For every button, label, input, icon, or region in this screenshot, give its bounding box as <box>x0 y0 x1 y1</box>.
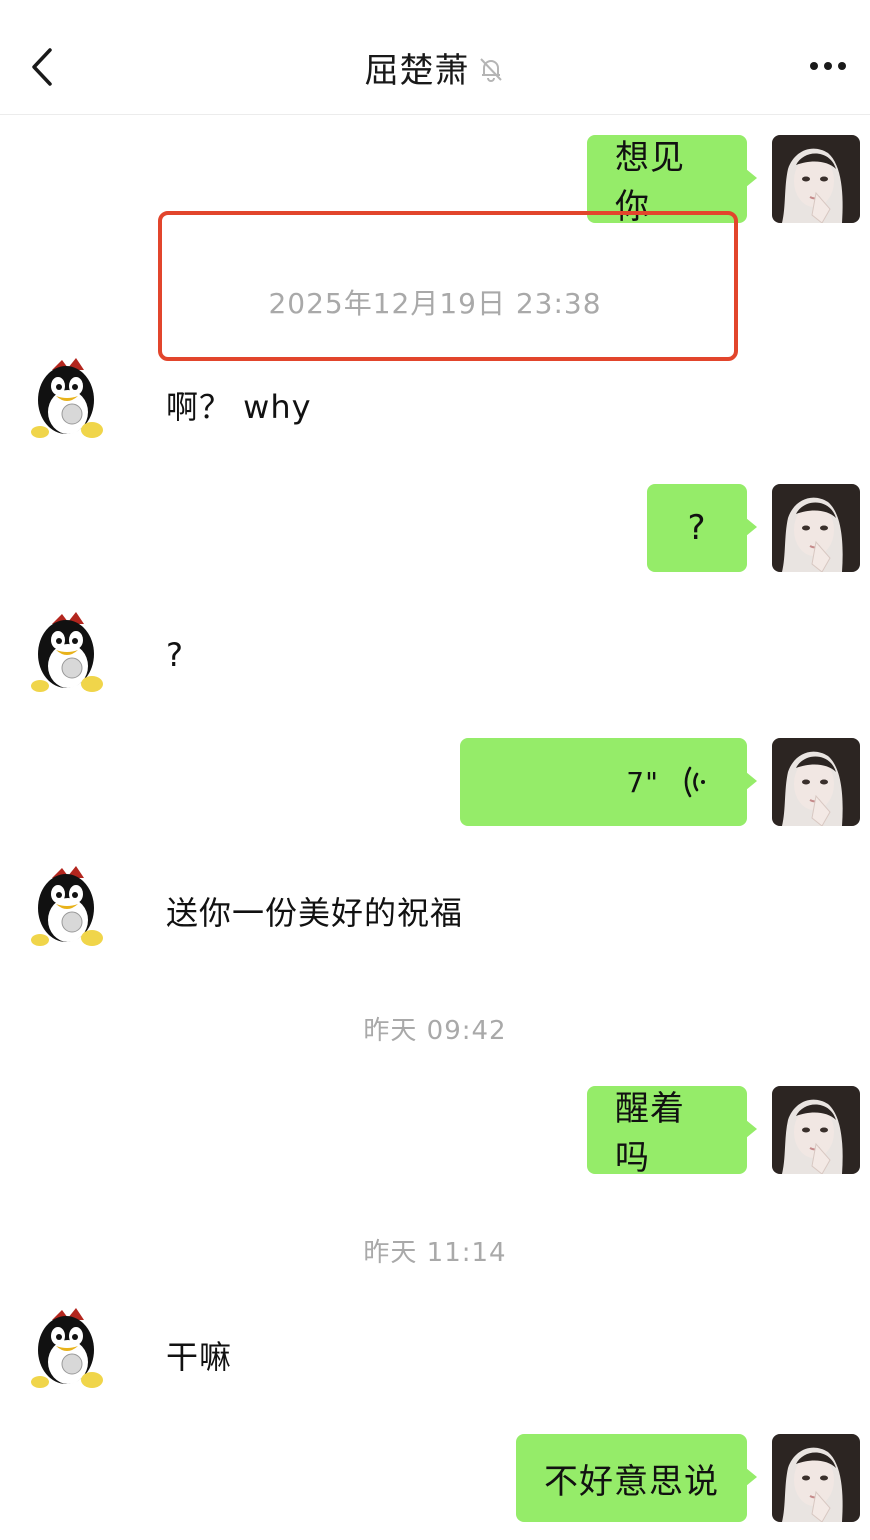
voice-wave-icon <box>684 766 705 798</box>
user-avatar[interactable] <box>772 1086 860 1174</box>
bell-off-icon <box>479 58 502 82</box>
more-dots-icon[interactable] <box>806 44 850 88</box>
message-row: 啊？ why <box>0 356 870 446</box>
message-row: ? <box>0 610 870 700</box>
message-row: 不好意思说 <box>0 1434 870 1524</box>
timestamp: 2025年12月19日 23:38 <box>268 287 602 320</box>
message-row: 送你一份美好的祝福 <box>0 864 870 954</box>
message-row: ? <box>0 484 870 574</box>
outgoing-bubble[interactable]: ? <box>647 484 757 572</box>
incoming-message[interactable]: 啊？ why <box>166 382 312 428</box>
voice-message-bubble[interactable]: 7" <box>460 738 757 826</box>
title-area: 屈楚萧 <box>0 40 870 94</box>
incoming-message[interactable]: ? <box>166 636 184 674</box>
message-row: 醒着吗 <box>0 1086 870 1178</box>
user-avatar[interactable] <box>772 738 860 826</box>
chat-title: 屈楚萧 <box>364 50 470 91</box>
contact-avatar[interactable] <box>22 610 110 698</box>
user-avatar[interactable] <box>772 1434 860 1522</box>
outgoing-bubble[interactable]: 想见你 <box>587 135 757 227</box>
voice-duration: 7" <box>626 765 659 799</box>
contact-avatar[interactable] <box>22 864 110 952</box>
user-avatar[interactable] <box>772 484 860 572</box>
incoming-message[interactable]: 干嘛 <box>166 1332 232 1378</box>
message-row: 干嘛 <box>0 1306 870 1396</box>
timestamp: 昨天 09:42 <box>363 1016 507 1046</box>
contact-avatar[interactable] <box>22 356 110 444</box>
chat-header: 屈楚萧 <box>0 0 870 115</box>
incoming-message[interactable]: 送你一份美好的祝福 <box>166 888 463 934</box>
outgoing-bubble[interactable]: 醒着吗 <box>587 1086 757 1178</box>
user-avatar[interactable] <box>772 135 860 223</box>
timestamp: 昨天 11:14 <box>363 1238 507 1268</box>
outgoing-bubble[interactable]: 不好意思说 <box>516 1434 757 1522</box>
message-row: 7" <box>0 738 870 828</box>
contact-avatar[interactable] <box>22 1306 110 1394</box>
